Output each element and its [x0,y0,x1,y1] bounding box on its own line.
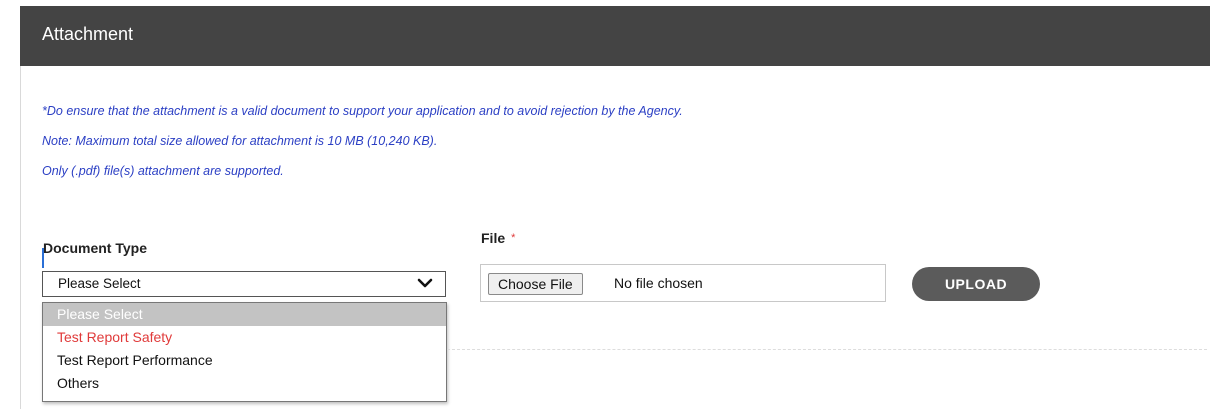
divider [447,349,1207,350]
document-type-label: Document Type [43,240,147,256]
option-please-select[interactable]: Please Select [43,303,446,326]
file-label-text: File [481,230,506,246]
panel-border [20,66,21,409]
upload-button[interactable]: UPLOAD [912,267,1040,301]
note-line-pdf-only: Only (.pdf) file(s) attachment are suppo… [42,164,284,178]
panel-title: Attachment [42,24,134,44]
file-input[interactable]: Choose File No file chosen [480,264,886,302]
option-test-report-performance[interactable]: Test Report Performance [43,349,446,372]
option-test-report-safety[interactable]: Test Report Safety [43,326,446,349]
note-line-max-size: Note: Maximum total size allowed for att… [42,134,438,148]
file-label: File * [481,230,515,246]
choose-file-button[interactable]: Choose File [488,273,583,295]
attachment-notes: *Do ensure that the attachment is a vali… [42,96,683,186]
file-status-text: No file chosen [614,275,703,291]
document-type-selected-value: Please Select [58,276,141,291]
option-others[interactable]: Others [43,372,446,395]
required-marker: * [511,232,516,244]
chevron-down-icon [417,275,433,291]
note-line-validity: *Do ensure that the attachment is a vali… [42,104,683,118]
attachment-panel-header: Attachment [20,6,1210,66]
document-type-options-list: Please Select Test Report Safety Test Re… [42,302,447,402]
document-type-select[interactable]: Please Select [42,271,446,297]
